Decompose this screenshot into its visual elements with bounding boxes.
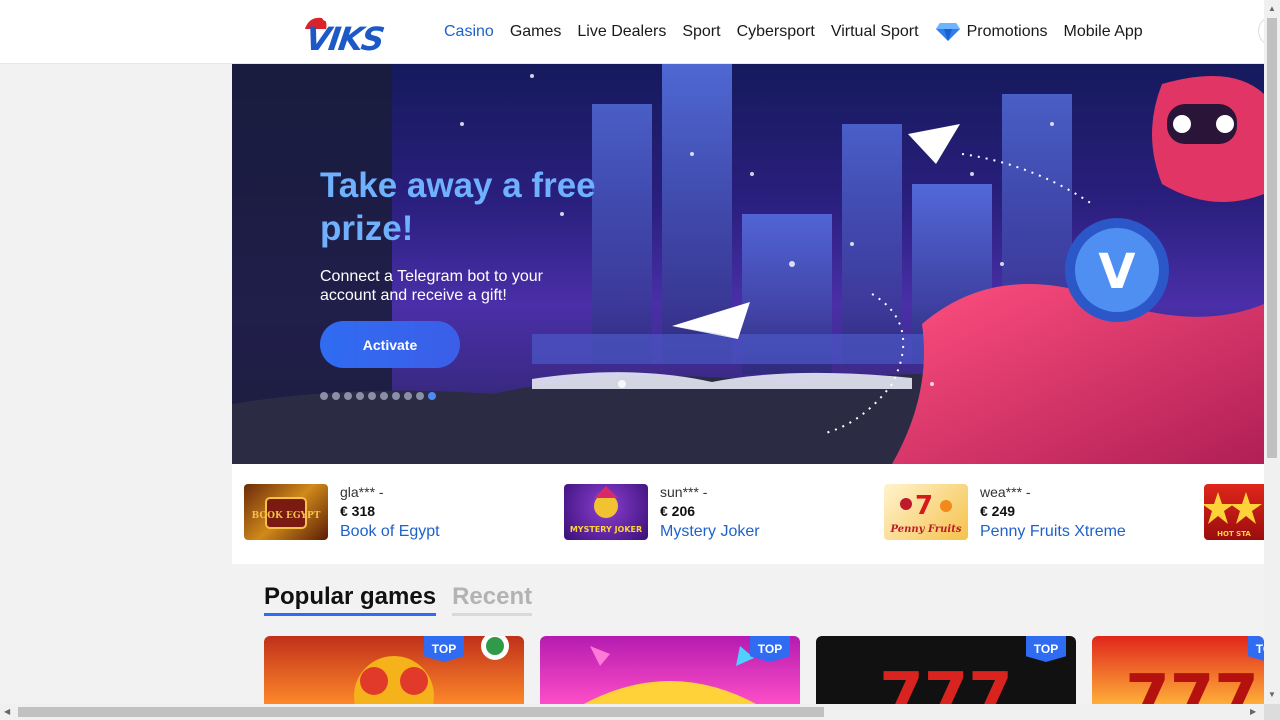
winner-game-link[interactable]: Book of Egypt [340, 523, 440, 541]
slider-dot[interactable] [404, 392, 412, 400]
diamond-icon [935, 23, 960, 41]
vertical-scroll-thumb[interactable] [1267, 18, 1277, 458]
slider-dot[interactable] [416, 392, 424, 400]
banner-artwork: V [232, 64, 1264, 464]
game-card[interactable]: TOP [540, 636, 800, 706]
slider-dot[interactable] [380, 392, 388, 400]
slider-dot[interactable] [368, 392, 376, 400]
game-card[interactable]: TOP [264, 636, 524, 706]
slider-dot[interactable] [344, 392, 352, 400]
winners-ticker: BOOK EGYPT gla*** - € 318 Book of Egypt … [232, 464, 1264, 564]
slider-dot[interactable] [356, 392, 364, 400]
game-thumbnail[interactable]: MYSTERY JOKER [564, 484, 648, 540]
scroll-left-arrow-icon[interactable]: ◀ [4, 707, 10, 716]
thumb-label: Penny Fruits [890, 524, 962, 535]
tab-recent[interactable]: Recent [452, 583, 533, 616]
scroll-down-arrow-icon[interactable]: ▼ [1268, 690, 1276, 699]
game-thumbnail[interactable]: HOT STA [1204, 484, 1264, 540]
banner-text: Connect a Telegram bot to your account a… [320, 268, 543, 304]
main-nav: Casino Games Live Dealers Sport Cyberspo… [436, 0, 1151, 64]
nav-cybersport[interactable]: Cybersport [737, 23, 815, 41]
activate-button[interactable]: Activate [320, 321, 460, 368]
header: VIKS Casino Games Live Dealers Sport Cyb… [0, 0, 1280, 64]
game-thumbnail[interactable]: BOOK EGYPT [244, 484, 328, 540]
scroll-up-arrow-icon[interactable]: ▲ [1268, 4, 1276, 13]
slider-dot[interactable] [320, 392, 328, 400]
scroll-right-arrow-icon[interactable]: ▶ [1250, 707, 1256, 716]
thumb-label: BOOK EGYPT [252, 511, 321, 521]
winner-amount: € 249 [980, 503, 1016, 519]
nav-casino[interactable]: Casino [444, 23, 494, 41]
thumb-label: MYSTERY JOKER [570, 525, 642, 534]
winner-user: wea*** - [980, 484, 1031, 500]
horizontal-scroll-thumb[interactable] [18, 707, 824, 717]
nav-virtual-sport[interactable]: Virtual Sport [831, 23, 919, 41]
vertical-scrollbar[interactable]: ▲ ▼ [1264, 0, 1280, 704]
slider-dot[interactable] [392, 392, 400, 400]
ticker-edge [232, 558, 1264, 564]
winner-amount: € 318 [340, 503, 376, 519]
tab-popular-games[interactable]: Popular games [264, 583, 437, 616]
nav-promotions[interactable]: Promotions [935, 22, 1048, 42]
banner-title: Take away a free prize! [320, 166, 596, 248]
promo-banner: V Take away a free prize! Connect a Tele… [232, 64, 1264, 464]
nav-live-dealers[interactable]: Live Dealers [577, 23, 666, 41]
game-card[interactable]: 777 TOP [816, 636, 1076, 706]
horizontal-scrollbar[interactable]: ◀ ▶ [0, 704, 1264, 720]
nav-sport[interactable]: Sport [682, 23, 720, 41]
slider-dot-active[interactable] [428, 392, 436, 400]
banner-emblem-letter: V [1098, 244, 1135, 300]
winner-game-link[interactable]: Penny Fruits Xtreme [980, 523, 1126, 541]
viks-logo[interactable]: VIKS [302, 12, 394, 58]
nav-promotions-label: Promotions [966, 23, 1048, 40]
game-thumbnail[interactable]: 7 Penny Fruits [884, 484, 968, 540]
scrollbar-corner [1264, 704, 1280, 720]
svg-text:777: 777 [879, 660, 1013, 706]
nav-mobile-app[interactable]: Mobile App [1064, 23, 1143, 41]
games-tabs: Popular games Recent [264, 583, 548, 616]
svg-text:777: 777 [1125, 662, 1259, 706]
thumb-label: HOT STA [1217, 530, 1251, 538]
slider-dot[interactable] [332, 392, 340, 400]
winner-game-link[interactable]: Mystery Joker [660, 523, 760, 541]
winner-user: sun*** - [660, 484, 708, 500]
nav-games[interactable]: Games [510, 23, 562, 41]
winner-user: gla*** - [340, 484, 384, 500]
svg-text:7: 7 [915, 491, 933, 521]
slider-dots [320, 392, 440, 400]
winner-amount: € 206 [660, 503, 696, 519]
game-card[interactable]: 777 TOP [1092, 636, 1264, 706]
